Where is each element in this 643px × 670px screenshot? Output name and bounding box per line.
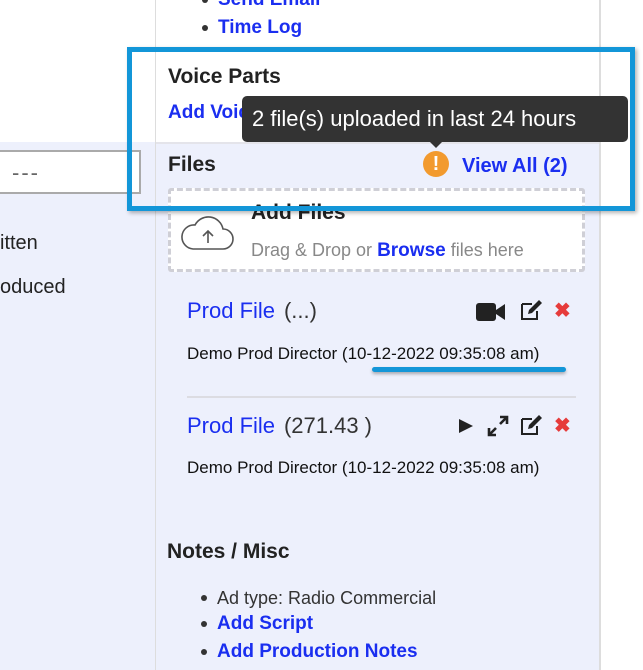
- file-name-link[interactable]: Prod File: [187, 298, 275, 323]
- add-script-link[interactable]: Add Script: [217, 613, 313, 634]
- file-item: Prod File (271.43 ): [187, 413, 372, 439]
- file-item: Prod File (...): [187, 298, 317, 324]
- send-email-link[interactable]: Send Email: [218, 0, 320, 10]
- edit-icon[interactable]: [520, 299, 544, 321]
- highlight-box: [127, 47, 635, 211]
- file-meta: Demo Prod Director (10-12-2022 09:35:08 …: [187, 458, 540, 477]
- time-log-link[interactable]: Time Log: [218, 17, 302, 38]
- notes-heading: Notes / Misc: [167, 540, 290, 563]
- file-meta: Demo Prod Director (10-12-2022 09:35:08 …: [187, 344, 540, 363]
- left-panel: [0, 142, 155, 670]
- delete-icon[interactable]: ✖: [554, 413, 571, 438]
- cloud-upload-icon: [181, 216, 234, 250]
- drop-hint: Drag & Drop or Browse files here: [251, 240, 524, 261]
- left-label-written: itten: [0, 232, 38, 254]
- add-production-notes-link[interactable]: Add Production Notes: [217, 641, 418, 662]
- highlight-underline: [372, 367, 566, 372]
- file-name-link[interactable]: Prod File: [187, 413, 275, 438]
- delete-icon[interactable]: ✖: [554, 298, 571, 323]
- file-size: (271.43 ): [283, 413, 372, 438]
- browse-link[interactable]: Browse: [377, 240, 446, 261]
- video-camera-icon[interactable]: [476, 302, 506, 322]
- file-divider: [187, 396, 576, 398]
- left-label-produced: oduced: [0, 276, 66, 298]
- expand-icon[interactable]: [487, 415, 509, 437]
- ad-type: Ad type: Radio Commercial: [201, 588, 436, 609]
- play-icon[interactable]: [458, 418, 474, 434]
- edit-icon[interactable]: [520, 414, 544, 436]
- file-size: (...): [283, 298, 317, 323]
- status-input[interactable]: ---: [0, 150, 141, 194]
